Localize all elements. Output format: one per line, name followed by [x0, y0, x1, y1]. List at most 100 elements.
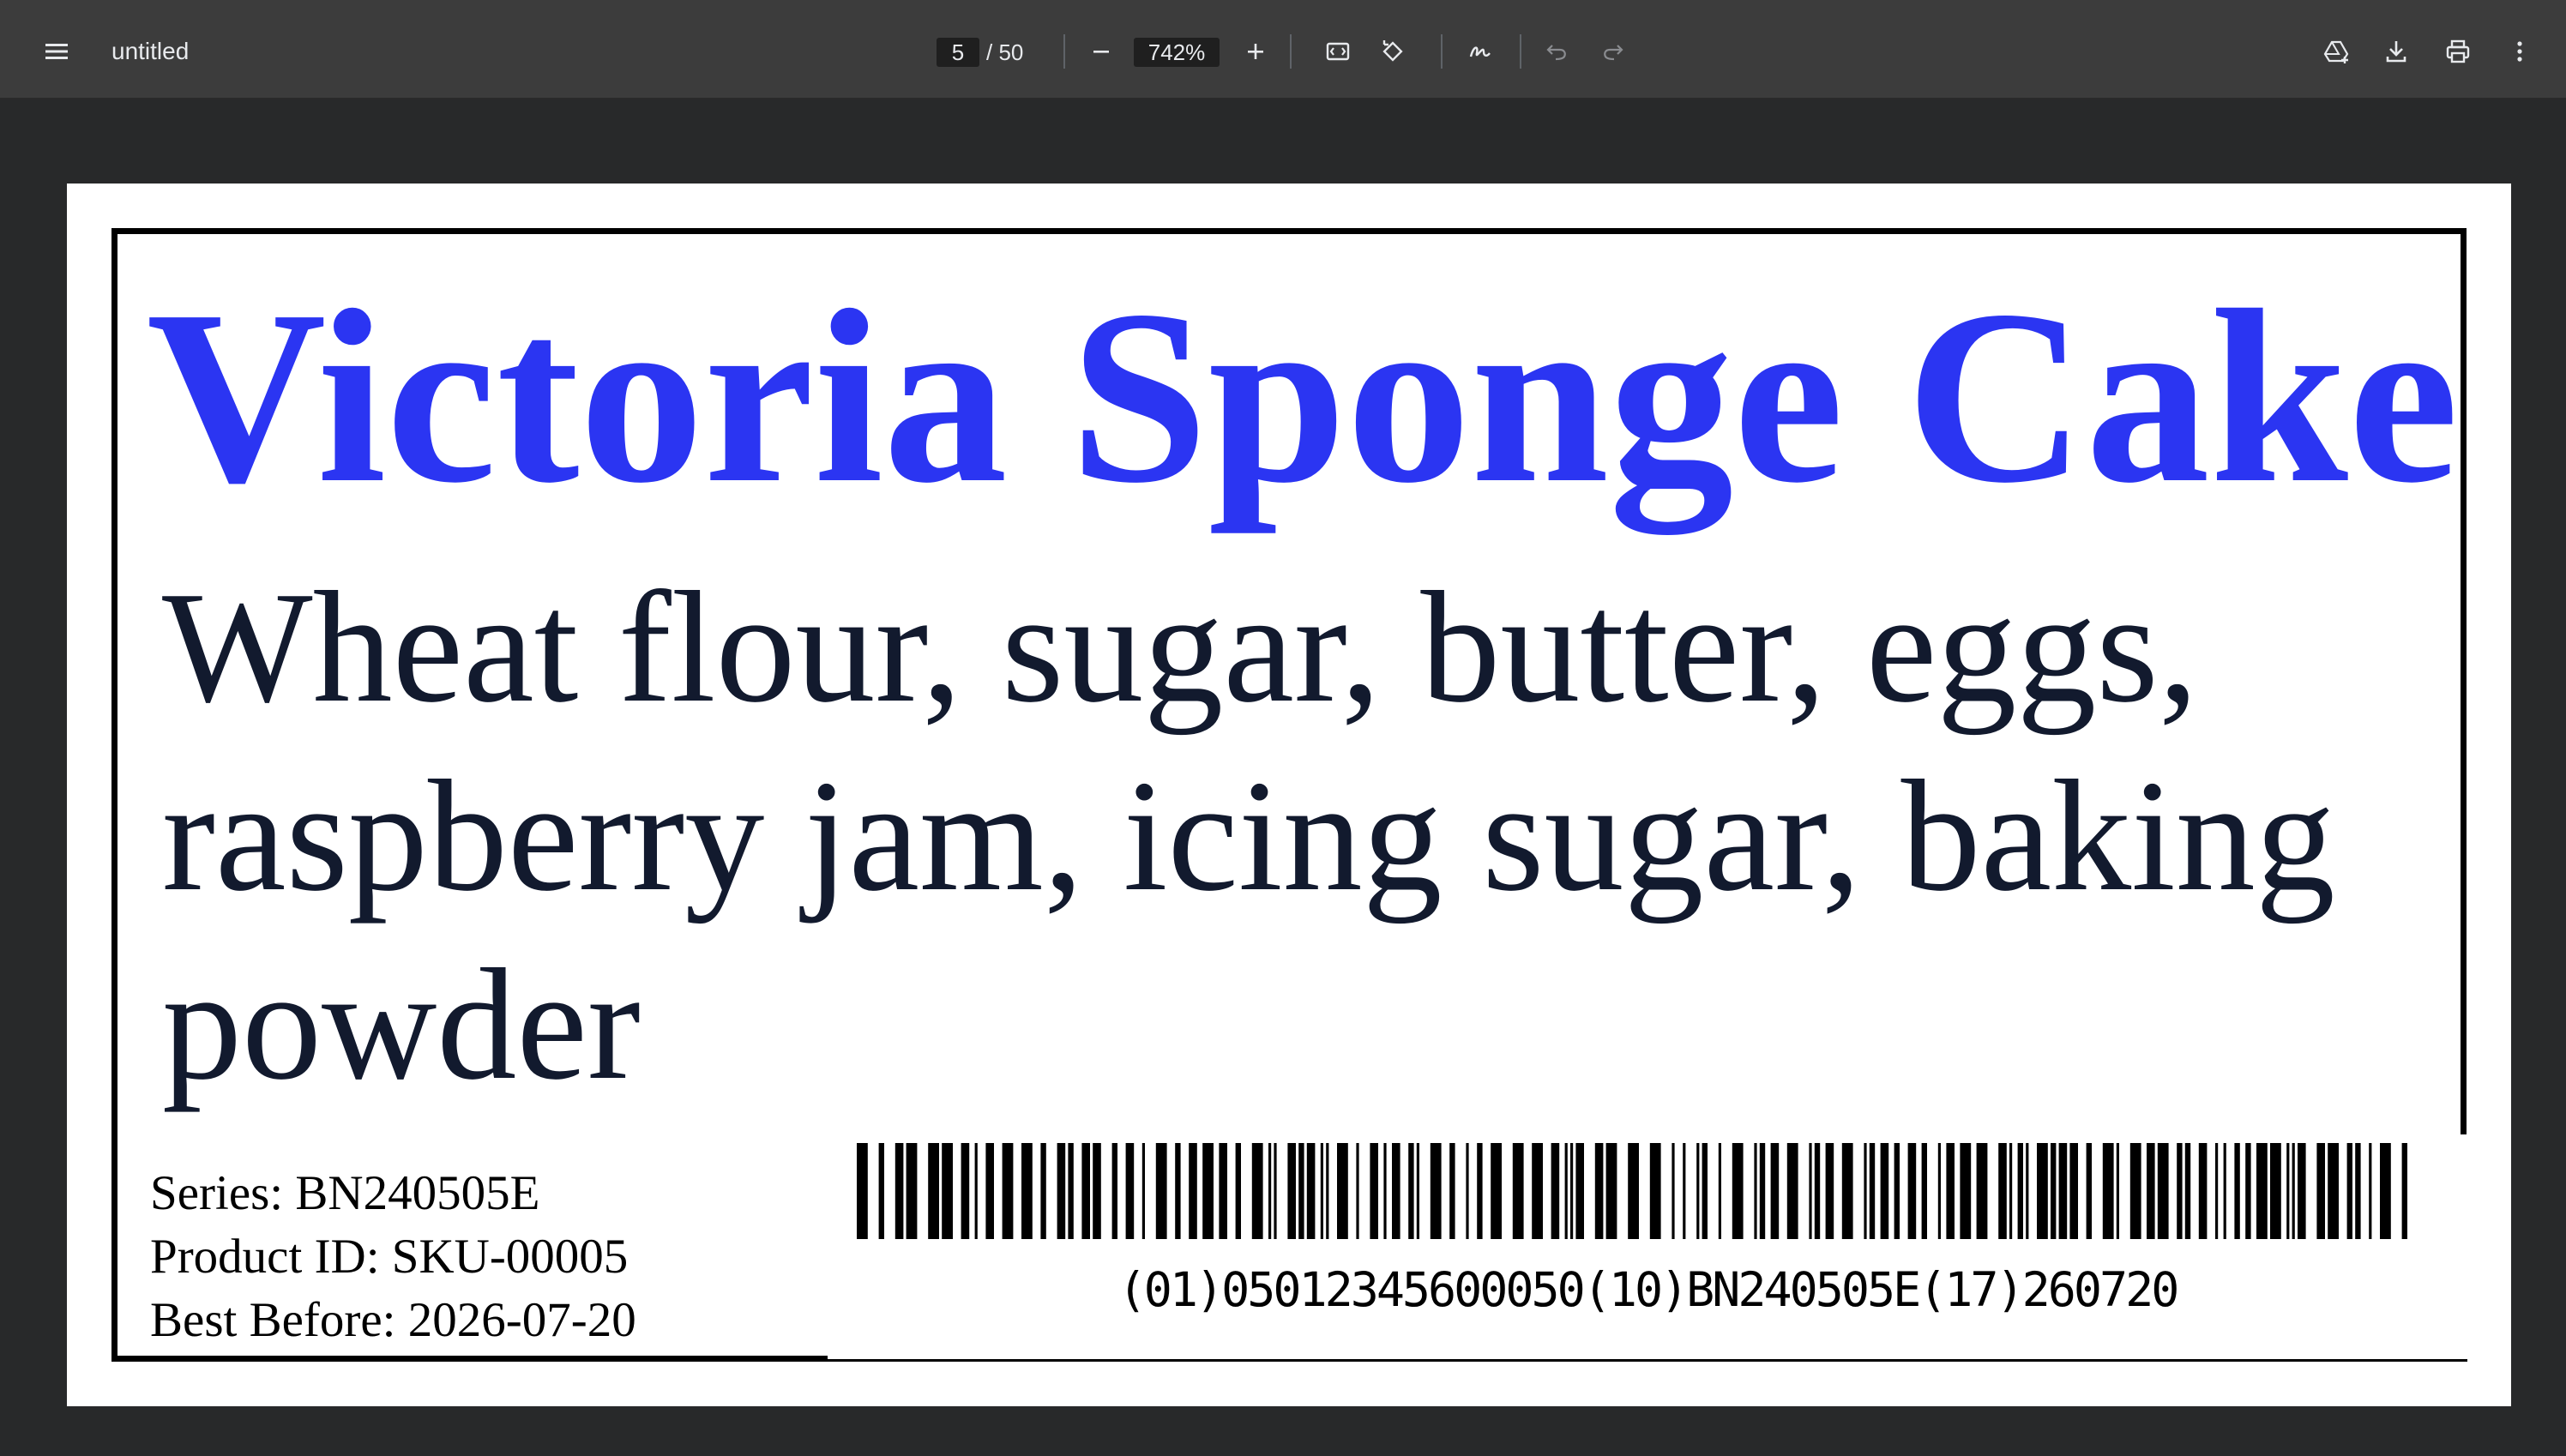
barcode-bar [1449, 1143, 1455, 1239]
barcode-bar [2346, 1143, 2352, 1239]
menu-icon [45, 44, 68, 59]
barcode-bar [2369, 1143, 2372, 1239]
barcode-bar [1320, 1143, 1323, 1239]
download-button[interactable] [2376, 31, 2417, 72]
barcode-bar [1383, 1143, 1387, 1239]
barcode-bar [1040, 1143, 1046, 1239]
barcode-bar [2401, 1143, 2407, 1239]
barcode-bar [1683, 1143, 1686, 1239]
redo-button[interactable] [1592, 31, 1633, 72]
barcode-bar [1702, 1143, 1708, 1239]
zoom-in-button[interactable] [1235, 31, 1276, 72]
product-label: Victoria Sponge Cake Wheat flour, sugar,… [111, 228, 2467, 1363]
barcode-bar [2037, 1143, 2048, 1239]
pdf-toolbar: untitled 5 / 50 742% [0, 0, 2566, 99]
barcode-bar [1337, 1143, 1348, 1239]
barcode-bar [1825, 1143, 1834, 1239]
barcode-bar [1219, 1143, 1227, 1239]
barcode-bar [2223, 1143, 2226, 1239]
print-icon [2446, 39, 2470, 63]
barcode-bar [1770, 1143, 1780, 1239]
barcode-bar [906, 1143, 918, 1239]
barcode-bar [1880, 1143, 1889, 1239]
barcode-text: (01)05012345600050(10)BN240505E(17)26072… [1117, 1262, 2180, 1317]
undo-button[interactable] [1537, 31, 1578, 72]
barcode-bar [1111, 1143, 1117, 1239]
barcode-bar [2116, 1143, 2119, 1239]
barcode-bar [878, 1143, 884, 1239]
fit-page-button[interactable] [1317, 31, 1358, 72]
barcode-bar [2009, 1143, 2013, 1239]
zoom-level-input[interactable]: 742% [1134, 38, 1220, 67]
barcode-bar [974, 1143, 978, 1239]
barcode-bar [1298, 1143, 1304, 1239]
barcode-bar [2198, 1143, 2208, 1239]
product-info: Series: BN240505E Product ID: SKU-00005 … [150, 1162, 853, 1352]
barcode-bar [1759, 1143, 1766, 1239]
pdf-page: Victoria Sponge Cake Wheat flour, sugar,… [67, 184, 2511, 1406]
barcode-bar [1869, 1143, 1876, 1239]
more-icon [2517, 41, 2522, 62]
rotate-icon [1382, 40, 1403, 62]
print-button[interactable] [2437, 31, 2479, 72]
barcode-bar [1430, 1143, 1442, 1239]
menu-button[interactable] [34, 29, 79, 74]
annotate-button[interactable] [1460, 31, 1501, 72]
barcode-bar [857, 1143, 868, 1239]
barcode-bar [1696, 1143, 1700, 1239]
barcode-bar [1814, 1143, 1821, 1239]
barcode-bar [1057, 1143, 1066, 1239]
add-to-drive-button[interactable] [2316, 31, 2357, 72]
rotate-button[interactable] [1372, 31, 1413, 72]
undo-icon [1546, 45, 1566, 61]
barcode-bar [1356, 1143, 1359, 1239]
toolbar-divider [1063, 34, 1065, 69]
page-number-input[interactable]: 5 [937, 38, 979, 67]
barcode-bar [1477, 1143, 1483, 1239]
zoom-out-icon [1093, 51, 1109, 53]
barcode-bar [2177, 1143, 2183, 1239]
best-before-date: Best Before: 2026-07-20 [150, 1293, 636, 1347]
barcode-bar [1306, 1143, 1316, 1239]
barcode-bar [2286, 1143, 2290, 1239]
barcode-bar [1141, 1143, 1145, 1239]
barcode-bar [1786, 1143, 1798, 1239]
barcode-bar [1251, 1143, 1263, 1239]
barcode-bar [985, 1143, 994, 1239]
barcode-bar [1512, 1143, 1524, 1239]
barcode-bar [2328, 1143, 2339, 1239]
barcode-bar [2086, 1143, 2092, 1239]
barcode-bar [961, 1143, 970, 1239]
barcode-bar [2355, 1143, 2361, 1239]
barcode-bar [1093, 1143, 1101, 1239]
barcode-bar [1532, 1143, 1543, 1239]
zoom-out-button[interactable] [1081, 31, 1122, 72]
barcode-bar [2298, 1143, 2306, 1239]
barcode-bar [1937, 1143, 1941, 1239]
barcode-bar [1754, 1143, 1757, 1239]
barcode-divider [828, 1359, 2467, 1362]
barcode-bar [2184, 1143, 2191, 1239]
barcode-bar [1672, 1143, 1675, 1239]
document-viewer[interactable]: Victoria Sponge Cake Wheat flour, sugar,… [0, 101, 2566, 1456]
barcode-bar [1125, 1143, 1135, 1239]
barcode-bar [1155, 1143, 1167, 1239]
barcode-bar [1235, 1143, 1241, 1239]
redo-icon [1604, 45, 1623, 61]
ingredients-list: Wheat flour, sugar, butter, eggs, raspbe… [162, 559, 2335, 1113]
fit-page-icon [1326, 42, 1350, 61]
barcode-bar [1564, 1143, 1568, 1239]
barcode-bar [1575, 1143, 1584, 1239]
barcode-bar [1649, 1143, 1661, 1239]
barcode-bar [2256, 1143, 2268, 1239]
barcode-bar [1408, 1143, 1414, 1239]
barcode-bar [1287, 1143, 1296, 1239]
barcode-bars [857, 1143, 2407, 1239]
toolbar-divider [1290, 34, 1292, 69]
barcode-bar [1718, 1143, 1721, 1239]
toolbar-divider [1441, 34, 1443, 69]
barcode-bar [2157, 1143, 2169, 1239]
barcode-bar [1628, 1143, 1639, 1239]
barcode-bar [1002, 1143, 1014, 1239]
more-options-button[interactable] [2499, 31, 2540, 72]
